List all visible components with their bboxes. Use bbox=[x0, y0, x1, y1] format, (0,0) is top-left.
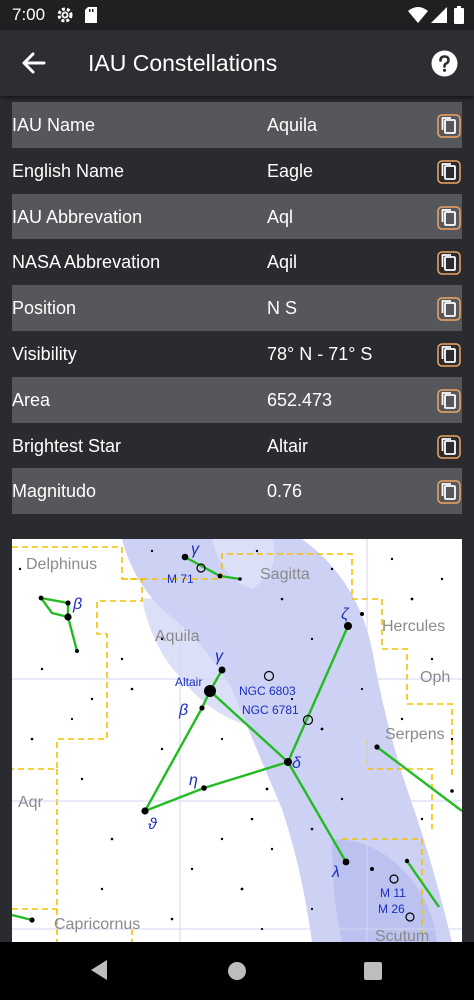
label-m26: M 26 bbox=[378, 902, 405, 916]
label-scutum: Scutum bbox=[375, 928, 429, 942]
copy-icon[interactable] bbox=[437, 389, 461, 413]
row-value: 78° N - 71° S bbox=[267, 343, 373, 364]
nav-recents-icon[interactable] bbox=[364, 962, 382, 985]
row-value: Aqil bbox=[267, 252, 298, 273]
copy-icon[interactable] bbox=[437, 160, 461, 184]
label-m71: M 71 bbox=[167, 572, 194, 586]
label-ngc6803: NGC 6803 bbox=[239, 684, 296, 698]
label-gamma-sge: γ bbox=[191, 541, 200, 558]
row-value: N S bbox=[267, 298, 298, 319]
label-serpens: Serpens bbox=[385, 726, 445, 743]
row-label: IAU Abbrevation bbox=[12, 206, 143, 227]
battery-icon bbox=[454, 6, 464, 29]
copy-icon[interactable] bbox=[437, 297, 461, 321]
row-value: 652.473 bbox=[267, 389, 333, 410]
row-value: 0.76 bbox=[267, 481, 303, 502]
info-row-iau-name: IAU Name Aquila bbox=[12, 102, 462, 148]
constellation-map[interactable]: Delphinus Sagitta Aquila Hercules Oph Se… bbox=[12, 539, 462, 942]
status-time: 7:00 bbox=[12, 5, 46, 24]
row-label: Area bbox=[12, 389, 51, 410]
copy-icon[interactable] bbox=[437, 343, 461, 367]
info-row-area: Area 652.473 bbox=[12, 376, 462, 423]
row-value: Aquila bbox=[267, 115, 318, 135]
label-aquarius: Aqr bbox=[18, 794, 44, 811]
info-row-magnitude: Magnitudo 0.76 bbox=[12, 468, 462, 515]
info-row-position: Position N S bbox=[12, 285, 462, 331]
row-label: Visibility bbox=[12, 343, 77, 364]
row-label: English Name bbox=[12, 160, 125, 181]
label-altair: Altair bbox=[175, 675, 202, 689]
info-row-english-name: English Name Eagle bbox=[12, 148, 462, 194]
label-ophiuchus: Oph bbox=[420, 669, 450, 686]
row-value: Altair bbox=[267, 435, 309, 456]
label-m11: M 11 bbox=[380, 886, 406, 900]
constellation-info-table: IAU Name Aquila English Name Eagle IAU A… bbox=[12, 102, 462, 515]
settings-gear-icon bbox=[56, 6, 74, 29]
page-title: IAU Constellations bbox=[88, 50, 278, 76]
label-beta-aql: β bbox=[178, 702, 188, 719]
copy-icon[interactable] bbox=[437, 251, 461, 276]
copy-icon[interactable] bbox=[437, 480, 461, 505]
label-aquila: Aquila bbox=[155, 628, 200, 645]
info-row-iau-abbreviation: IAU Abbrevation Aql bbox=[12, 193, 462, 240]
wifi-icon bbox=[408, 6, 428, 29]
label-gamma-aql: γ bbox=[215, 648, 224, 665]
info-row-nasa-abbreviation: NASA Abbrevation Aqil bbox=[12, 239, 462, 285]
copy-icon[interactable] bbox=[437, 205, 461, 230]
info-row-visibility: Visibility 78° N - 71° S bbox=[12, 331, 462, 377]
row-label: Position bbox=[12, 298, 77, 319]
signal-icon bbox=[431, 6, 448, 29]
info-row-brightest-star: Brightest Star Altair bbox=[12, 423, 462, 469]
label-lambda-aql: λ bbox=[331, 864, 340, 881]
status-bar: 7:00 bbox=[0, 0, 474, 30]
nav-home-icon[interactable] bbox=[227, 961, 247, 986]
row-value: Eagle bbox=[267, 160, 314, 181]
help-icon[interactable] bbox=[431, 50, 458, 77]
label-delphinus: Delphinus bbox=[26, 556, 97, 573]
label-theta-aql: ϑ bbox=[148, 816, 158, 833]
back-arrow-icon[interactable] bbox=[18, 47, 50, 79]
app-bar: IAU Constellations bbox=[0, 30, 474, 96]
label-hercules: Hercules bbox=[382, 618, 445, 635]
label-ngc6781: NGC 6781 bbox=[242, 703, 299, 717]
system-nav-bar bbox=[0, 942, 474, 1000]
row-label: NASA Abbrevation bbox=[12, 252, 161, 273]
copy-icon[interactable] bbox=[437, 434, 461, 459]
row-label: IAU Name bbox=[12, 115, 96, 135]
label-eta-aql: η bbox=[189, 772, 198, 789]
row-value: Aql bbox=[267, 206, 294, 227]
row-label: Magnitudo bbox=[12, 481, 97, 502]
label-delta-aql: δ bbox=[292, 755, 302, 772]
label-capricornus: Capricornus bbox=[54, 916, 140, 933]
row-label: Brightest Star bbox=[12, 435, 122, 456]
sd-card-icon bbox=[84, 6, 98, 29]
label-sagitta: Sagitta bbox=[260, 566, 310, 583]
label-beta-del: β bbox=[72, 596, 82, 613]
nav-back-icon[interactable] bbox=[89, 959, 109, 986]
copy-icon[interactable] bbox=[437, 114, 461, 138]
